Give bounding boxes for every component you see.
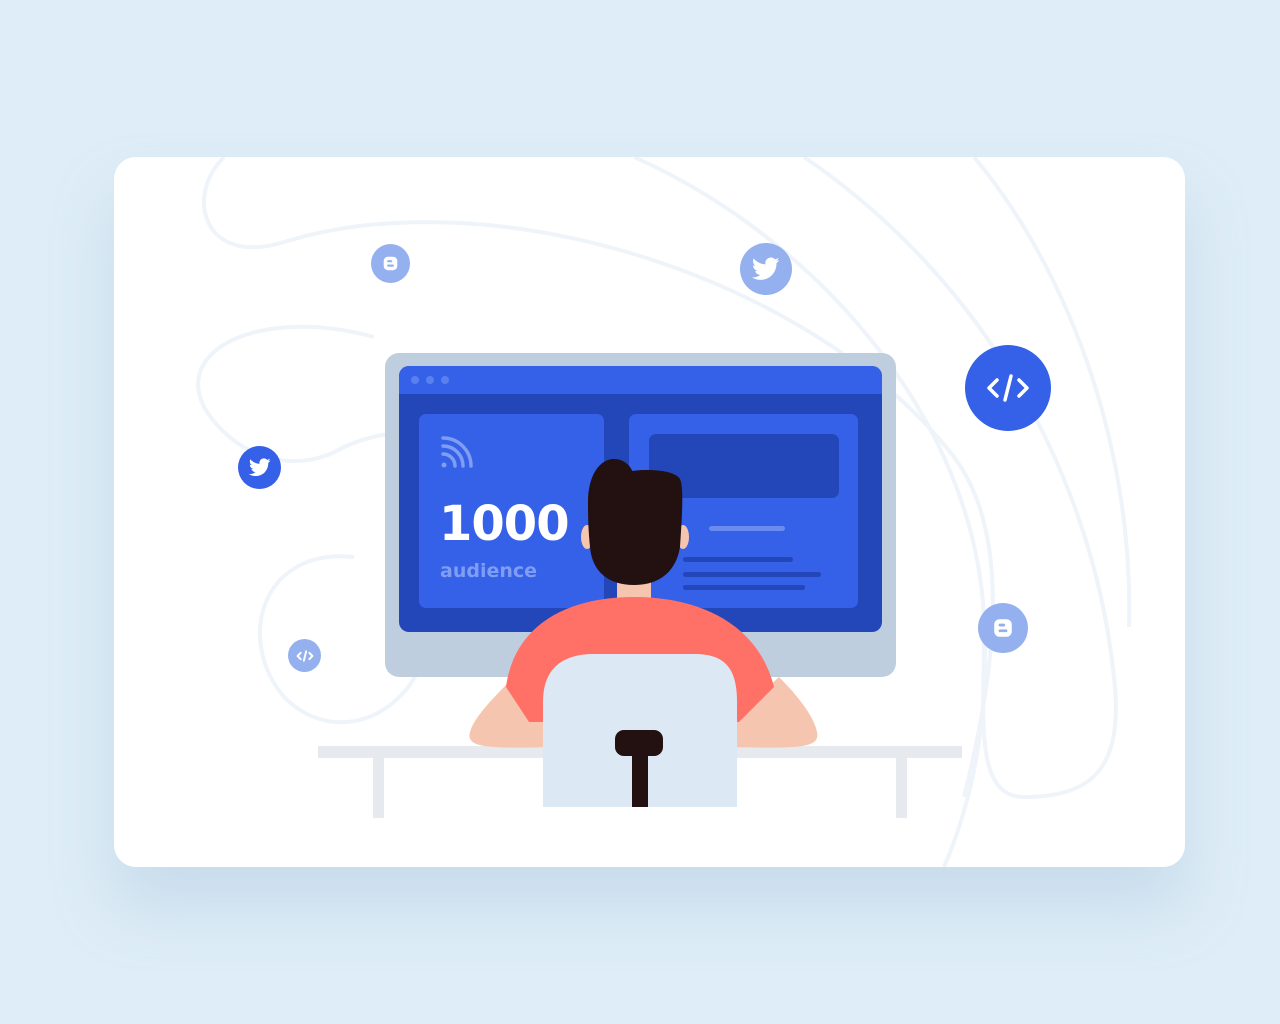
hair bbox=[588, 459, 683, 585]
chair-post bbox=[632, 756, 648, 807]
illustration-card: 1000 audience bbox=[114, 157, 1185, 867]
person-at-desk bbox=[469, 459, 818, 807]
chair-handle bbox=[615, 730, 663, 756]
